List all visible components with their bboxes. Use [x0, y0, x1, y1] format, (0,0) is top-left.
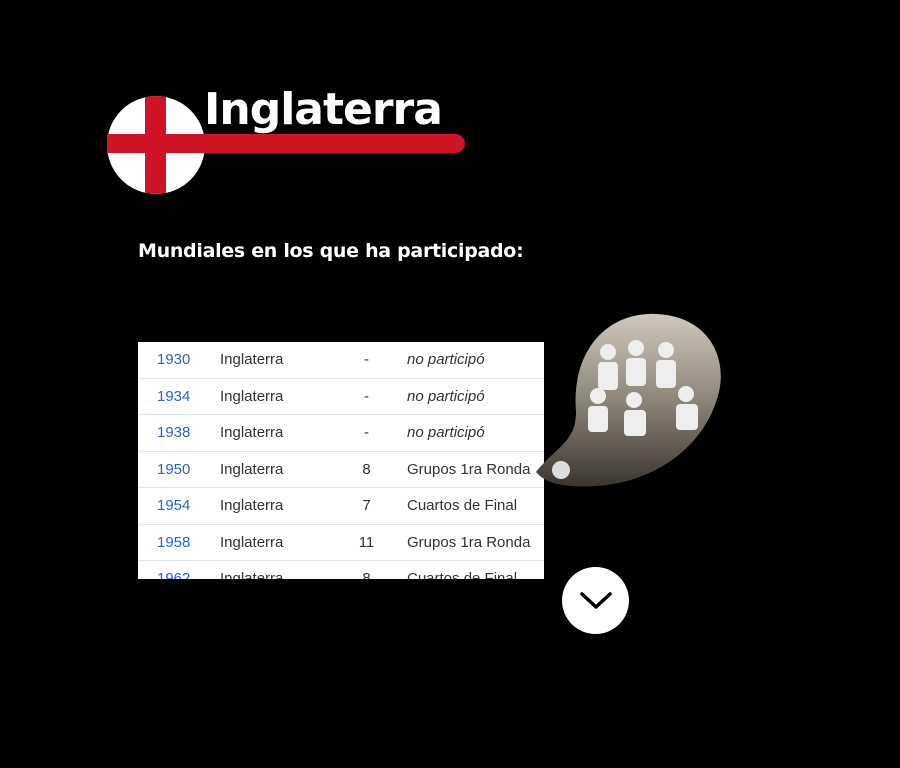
team-cell: Inglaterra: [220, 351, 284, 369]
position-cell: 11: [358, 533, 375, 551]
position-cell: 8: [362, 570, 371, 579]
year-link[interactable]: 1938: [138, 424, 220, 441]
team-cell: Inglaterra: [220, 387, 284, 405]
scroll-down-button[interactable]: [562, 567, 629, 634]
table-row: 1938 Inglaterra - no participó: [138, 415, 544, 452]
table-row: 1934 Inglaterra - no participó: [138, 379, 544, 415]
table-row: 1958 Inglaterra 11 Grupos 1ra Ronda: [138, 525, 544, 561]
year-link[interactable]: 1958: [138, 534, 220, 551]
team-cell: Inglaterra: [220, 460, 284, 478]
chevron-down-icon: [579, 591, 612, 609]
position-cell: -: [364, 424, 369, 442]
year-link[interactable]: 1954: [138, 497, 220, 514]
result-cell: no participó: [407, 351, 485, 369]
result-cell: no participó: [407, 387, 485, 405]
table-row: 1930 Inglaterra - no participó: [138, 342, 544, 379]
page-title: Inglaterra: [204, 84, 443, 135]
position-cell: -: [364, 387, 369, 405]
result-cell: Grupos 1ra Ronda: [407, 533, 531, 551]
position-cell: 7: [362, 497, 371, 515]
result-cell: Cuartos de Final: [407, 570, 518, 579]
year-link[interactable]: 1962: [138, 570, 220, 579]
year-link[interactable]: 1930: [138, 351, 220, 368]
position-cell: -: [364, 351, 369, 369]
year-link[interactable]: 1934: [138, 388, 220, 405]
result-cell: Cuartos de Final: [407, 497, 518, 515]
world-cups-table: 1930 Inglaterra - no participó 1934 Inglaterr…: [138, 342, 544, 579]
team-photo: [536, 313, 721, 487]
result-cell: no participó: [407, 424, 485, 442]
table-row: 1962 Inglaterra 8 Cuartos de Final: [138, 561, 544, 579]
team-cell: Inglaterra: [220, 570, 284, 579]
team-cell: Inglaterra: [220, 424, 284, 442]
result-cell: Grupos 1ra Ronda: [407, 460, 531, 478]
section-subtitle: Mundiales en los que ha participado:: [138, 240, 524, 262]
team-cell: Inglaterra: [220, 533, 284, 551]
year-link[interactable]: 1950: [138, 461, 220, 478]
position-cell: 8: [362, 460, 371, 478]
table-row: 1950 Inglaterra 8 Grupos 1ra Ronda: [138, 452, 544, 488]
table-row: 1954 Inglaterra 7 Cuartos de Final: [138, 488, 544, 525]
team-cell: Inglaterra: [220, 497, 284, 515]
title-underline: [107, 134, 465, 153]
